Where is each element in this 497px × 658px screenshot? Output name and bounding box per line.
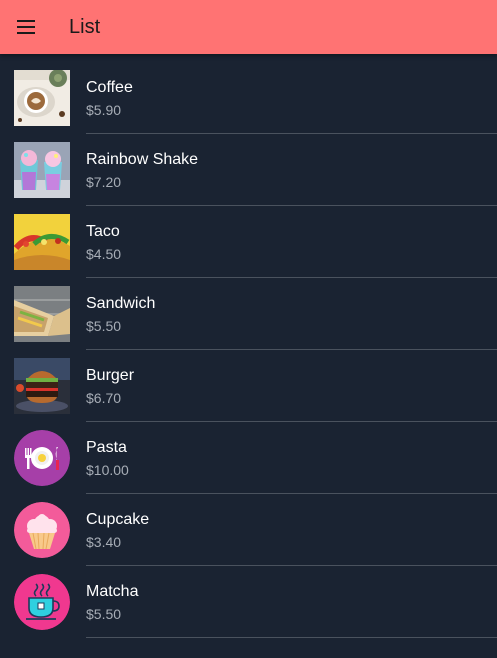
burger-photo — [14, 358, 70, 414]
sandwich-photo — [14, 286, 70, 342]
list-item-taco[interactable]: Taco $4.50 — [0, 206, 497, 278]
item-name: Matcha — [86, 583, 139, 600]
item-name: Cupcake — [86, 511, 150, 528]
list-item-matcha[interactable]: Matcha $5.50 — [0, 566, 497, 638]
hamburger-menu-icon — [17, 20, 35, 34]
plate-cutlery-icon — [14, 430, 70, 486]
item-name: Coffee — [86, 79, 133, 96]
page-title: List — [69, 15, 101, 38]
divider — [86, 637, 497, 638]
item-price: $10.00 — [86, 462, 129, 478]
taco-photo — [14, 214, 70, 270]
list-item-cupcake[interactable]: Cupcake $3.40 — [0, 494, 497, 566]
list-item-burger[interactable]: Burger $6.70 — [0, 350, 497, 422]
rainbow-shake-photo — [14, 142, 70, 198]
app-bar: List — [0, 0, 497, 54]
item-price: $5.90 — [86, 102, 122, 118]
menu-button[interactable] — [0, 0, 53, 54]
item-price: $3.40 — [86, 534, 122, 550]
item-name: Sandwich — [86, 295, 156, 312]
item-price: $4.50 — [86, 246, 122, 262]
list-item-pasta[interactable]: Pasta $10.00 — [0, 422, 497, 494]
list-item-sandwich[interactable]: Sandwich $5.50 — [0, 278, 497, 350]
item-price: $7.20 — [86, 174, 122, 190]
item-price: $6.70 — [86, 390, 122, 406]
list-item-rainbow-shake[interactable]: Rainbow Shake $7.20 — [0, 134, 497, 206]
item-name: Taco — [86, 223, 120, 240]
coffee-photo — [14, 70, 70, 126]
item-name: Rainbow Shake — [86, 151, 199, 168]
item-price: $5.50 — [86, 318, 122, 334]
item-price: $5.50 — [86, 606, 122, 622]
item-list: Coffee $5.90 Rainbow Shake $7.20 Taco $4… — [0, 62, 497, 638]
cupcake-icon — [14, 502, 70, 558]
item-name: Burger — [86, 367, 135, 384]
list-item-coffee[interactable]: Coffee $5.90 — [0, 62, 497, 134]
item-name: Pasta — [86, 439, 127, 456]
tea-cup-icon — [14, 574, 70, 630]
